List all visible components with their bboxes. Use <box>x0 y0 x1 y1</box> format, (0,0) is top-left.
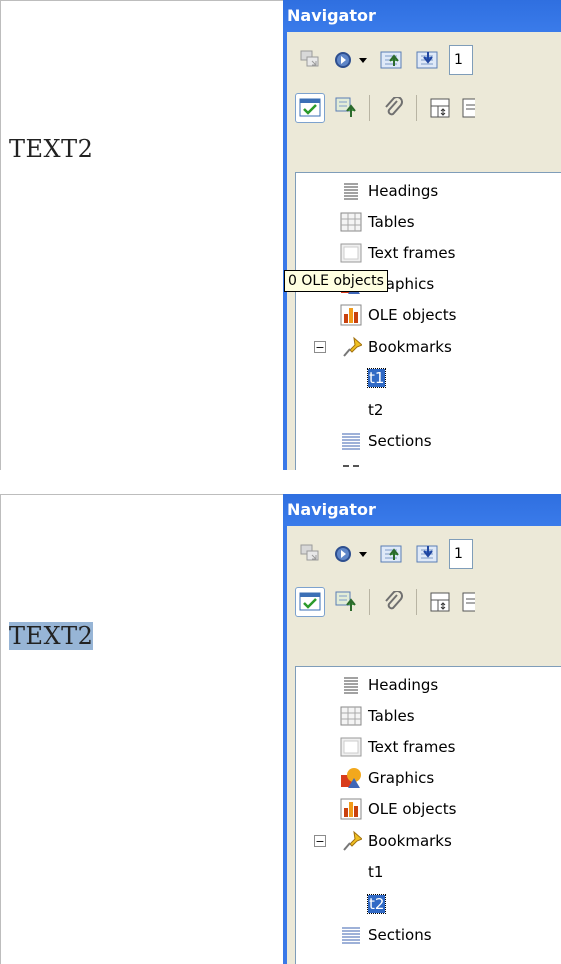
tree-item-label: t2 <box>368 401 384 419</box>
tree-item-label: Text frames <box>368 244 456 262</box>
tree-item-label: Text frames <box>368 738 456 756</box>
text-frames-icon <box>340 736 362 758</box>
tree-item-label: Tables <box>368 707 415 725</box>
tree-item-label: Sections <box>368 926 432 944</box>
ole-objects-tooltip: 0 OLE objects <box>284 270 388 292</box>
tree-item-sections[interactable]: Sections <box>340 426 432 456</box>
bookmark-icon <box>340 336 362 358</box>
navigator-toolbar-2 <box>295 584 481 620</box>
navigator-window: Navigator 1 Headings Tables Text frames … <box>283 494 561 964</box>
navigation-icon[interactable] <box>331 45 355 75</box>
tree-item-bookmark-t1[interactable]: t1 <box>368 857 383 887</box>
tree-item-label: Graphics <box>368 769 435 787</box>
sections-icon <box>340 924 362 946</box>
tree-item-label: Bookmarks <box>368 338 452 356</box>
tree-item-text-frames[interactable]: Text frames <box>340 238 455 268</box>
previous-icon[interactable] <box>377 45 407 75</box>
navigator-window: Navigator 1 Headings Tables Text frames … <box>283 0 561 470</box>
toolbar-separator <box>369 95 370 121</box>
content-view-icon[interactable] <box>295 587 325 617</box>
tree-item-text-frames[interactable]: Text frames <box>340 732 455 762</box>
tree-item-label: OLE objects <box>368 306 457 324</box>
bottom-screenshot: TEXT2 Navigator 1 Headings Tables Text f… <box>0 494 561 964</box>
navigator-title: Navigator <box>283 0 561 32</box>
navigator-toolbar-2 <box>295 90 481 126</box>
content-tree[interactable]: Headings Tables Text frames Graphics OLE… <box>295 666 561 964</box>
tree-item-graphics[interactable]: Graphics <box>340 763 434 793</box>
tree-item-label: t1 <box>368 863 384 881</box>
tree-item-ole-objects[interactable]: OLE objects <box>340 300 456 330</box>
document-area[interactable]: TEXT2 <box>0 494 284 964</box>
navigation-dropdown-icon[interactable] <box>355 539 371 569</box>
tree-item-bookmarks[interactable]: Bookmarks <box>340 826 452 856</box>
collapse-toggle-icon[interactable]: − <box>314 835 326 847</box>
document-text-selected[interactable]: TEXT2 <box>9 622 94 650</box>
text-frames-icon <box>340 242 362 264</box>
navigation-dropdown-icon[interactable] <box>355 45 371 75</box>
tree-item-bookmarks[interactable]: Bookmarks <box>340 332 452 362</box>
tree-item-bookmark-t2[interactable]: t2 <box>368 395 383 425</box>
drag-mode-icon[interactable] <box>425 93 455 123</box>
navigation-icon[interactable] <box>331 539 355 569</box>
previous-icon[interactable] <box>377 539 407 569</box>
headings-shown-icon[interactable] <box>461 93 475 123</box>
headings-shown-icon[interactable] <box>461 587 475 617</box>
ole-objects-icon <box>340 304 362 326</box>
graphics-icon <box>340 767 362 789</box>
hyperlinks-icon <box>340 461 362 470</box>
top-screenshot: TEXT2 Navigator 1 Headings Tables Text f… <box>0 0 561 470</box>
headings-icon <box>340 674 362 696</box>
content-tree[interactable]: Headings Tables Text frames Graphics OLE… <box>295 172 561 470</box>
toggle-icon[interactable] <box>295 539 325 569</box>
headings-icon <box>340 180 362 202</box>
tables-icon <box>340 211 362 233</box>
tree-item-label: Headings <box>368 182 439 200</box>
tree-item-label: Sections <box>368 432 432 450</box>
bookmark-icon <box>340 830 362 852</box>
paperclip-icon[interactable] <box>378 93 408 123</box>
toolbar-separator <box>369 589 370 615</box>
tree-item-label: Bookmarks <box>368 832 452 850</box>
drag-mode-icon[interactable] <box>425 587 455 617</box>
next-icon[interactable] <box>413 45 443 75</box>
tree-item-bookmark-t1[interactable]: t1 <box>366 363 387 393</box>
navigator-toolbar-1: 1 <box>295 536 473 572</box>
page-number-input[interactable]: 1 <box>449 539 473 569</box>
tree-item-label: Headings <box>368 676 439 694</box>
tree-item-headings[interactable]: Headings <box>340 670 438 700</box>
sections-icon <box>340 430 362 452</box>
tree-item-sections[interactable]: Sections <box>340 920 432 950</box>
tree-item-label: t2 <box>366 894 387 914</box>
next-icon[interactable] <box>413 539 443 569</box>
navigator-body: 1 Headings Tables Text frames Graphics O… <box>287 32 561 470</box>
promote-icon[interactable] <box>331 587 361 617</box>
tree-item-tables[interactable]: Tables <box>340 207 415 237</box>
tree-item-label: Tables <box>368 213 415 231</box>
tree-item-label: OLE objects <box>368 800 457 818</box>
document-text[interactable]: TEXT2 <box>9 135 93 163</box>
promote-icon[interactable] <box>331 93 361 123</box>
document-area[interactable]: TEXT2 <box>0 0 284 470</box>
toolbar-separator <box>416 589 417 615</box>
toolbar-separator <box>416 95 417 121</box>
navigator-body: 1 Headings Tables Text frames Graphics O… <box>287 526 561 964</box>
toggle-icon[interactable] <box>295 45 325 75</box>
tables-icon <box>340 705 362 727</box>
tree-item-ole-objects[interactable]: OLE objects <box>340 794 456 824</box>
tree-item-label: t1 <box>366 368 387 388</box>
navigator-toolbar-1: 1 <box>295 42 473 78</box>
ole-objects-icon <box>340 798 362 820</box>
tree-item-hyperlinks-partial[interactable] <box>340 457 368 470</box>
tree-item-bookmark-t2[interactable]: t2 <box>366 889 387 919</box>
tree-item-tables[interactable]: Tables <box>340 701 415 731</box>
collapse-toggle-icon[interactable]: − <box>314 341 326 353</box>
content-view-icon[interactable] <box>295 93 325 123</box>
tree-item-headings[interactable]: Headings <box>340 176 438 206</box>
page-number-input[interactable]: 1 <box>449 45 473 75</box>
navigator-title: Navigator <box>283 494 561 526</box>
paperclip-icon[interactable] <box>378 587 408 617</box>
